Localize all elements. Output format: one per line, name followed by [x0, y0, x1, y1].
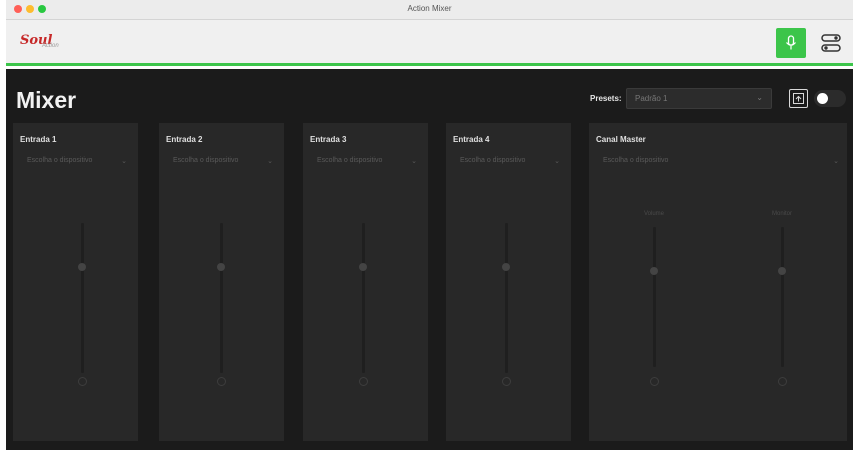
device-placeholder: Escolha o dispositivo	[317, 157, 383, 164]
mixer-panel: Mixer Presets: Padrão 1 ⌄ Entrada 1 Esco…	[6, 69, 853, 450]
routing-button[interactable]	[816, 28, 846, 58]
preset-value: Padrão 1	[635, 94, 668, 103]
toggle-knob	[817, 93, 828, 104]
input-device-select[interactable]: Escolha o dispositivo ⌄	[460, 157, 560, 171]
save-preset-icon	[793, 93, 804, 104]
input-device-select[interactable]: Escolha o dispositivo ⌄	[317, 157, 417, 171]
window-titlebar: Action Mixer	[6, 0, 853, 20]
chevron-down-icon: ⌄	[756, 93, 763, 102]
master-device-select[interactable]: Escolha o dispositivo ⌄	[603, 157, 839, 171]
master-card-title: Canal Master	[596, 135, 646, 144]
presets-label: Presets:	[590, 94, 622, 103]
master-monitor-fader-handle[interactable]	[778, 267, 786, 275]
fader-knob[interactable]	[78, 377, 87, 386]
preset-select[interactable]: Padrão 1 ⌄	[626, 88, 772, 109]
input-card-1: Entrada 1 Escolha o dispositivo ⌄	[13, 123, 138, 441]
master-card: Canal Master Escolha o dispositivo ⌄ Vol…	[589, 123, 847, 441]
master-volume-fader-handle[interactable]	[650, 267, 658, 275]
microphone-icon	[786, 35, 796, 50]
page-title: Mixer	[16, 87, 77, 113]
input-card-3: Entrada 3 Escolha o dispositivo ⌄	[303, 123, 428, 441]
volume-fader-track[interactable]	[505, 223, 508, 373]
input-card-title: Entrada 2	[166, 135, 203, 144]
fader-knob[interactable]	[217, 377, 226, 386]
input-card-4: Entrada 4 Escolha o dispositivo ⌄	[446, 123, 571, 441]
app-header: Soul Action	[6, 20, 853, 66]
brand-logo: Soul Action	[20, 31, 68, 55]
input-card-2: Entrada 2 Escolha o dispositivo ⌄	[159, 123, 284, 441]
logo-subtext: Action	[42, 43, 59, 49]
chevron-down-icon: ⌄	[833, 158, 839, 165]
volume-fader-track[interactable]	[81, 223, 84, 373]
device-placeholder: Escolha o dispositivo	[603, 157, 669, 164]
window-title: Action Mixer	[407, 4, 452, 13]
input-card-title: Entrada 4	[453, 135, 490, 144]
device-placeholder: Escolha o dispositivo	[173, 157, 239, 164]
volume-fader-handle[interactable]	[502, 263, 510, 271]
mixer-toggle[interactable]	[814, 90, 846, 107]
chevron-down-icon: ⌄	[554, 158, 560, 165]
master-monitor-label: Monitor	[771, 211, 792, 217]
fader-knob[interactable]	[359, 377, 368, 386]
device-placeholder: Escolha o dispositivo	[460, 157, 526, 164]
volume-fader-track[interactable]	[362, 223, 365, 373]
input-device-select[interactable]: Escolha o dispositivo ⌄	[27, 157, 127, 171]
volume-fader-handle[interactable]	[359, 263, 367, 271]
input-device-select[interactable]: Escolha o dispositivo ⌄	[173, 157, 273, 171]
master-volume-label: Volume	[643, 211, 664, 217]
volume-fader-track[interactable]	[220, 223, 223, 373]
chevron-down-icon: ⌄	[121, 158, 127, 165]
volume-fader-handle[interactable]	[217, 263, 225, 271]
master-monitor-fader-track[interactable]	[781, 227, 784, 367]
chevron-down-icon: ⌄	[411, 158, 417, 165]
fader-knob[interactable]	[778, 377, 787, 386]
device-placeholder: Escolha o dispositivo	[27, 157, 93, 164]
routing-icon	[821, 34, 841, 52]
microphone-button[interactable]	[776, 28, 806, 58]
master-volume-fader-track[interactable]	[653, 227, 656, 367]
volume-fader-handle[interactable]	[78, 263, 86, 271]
fader-knob[interactable]	[650, 377, 659, 386]
save-preset-button[interactable]	[789, 89, 808, 108]
chevron-down-icon: ⌄	[267, 158, 273, 165]
input-card-title: Entrada 3	[310, 135, 347, 144]
input-card-title: Entrada 1	[20, 135, 57, 144]
fader-knob[interactable]	[502, 377, 511, 386]
